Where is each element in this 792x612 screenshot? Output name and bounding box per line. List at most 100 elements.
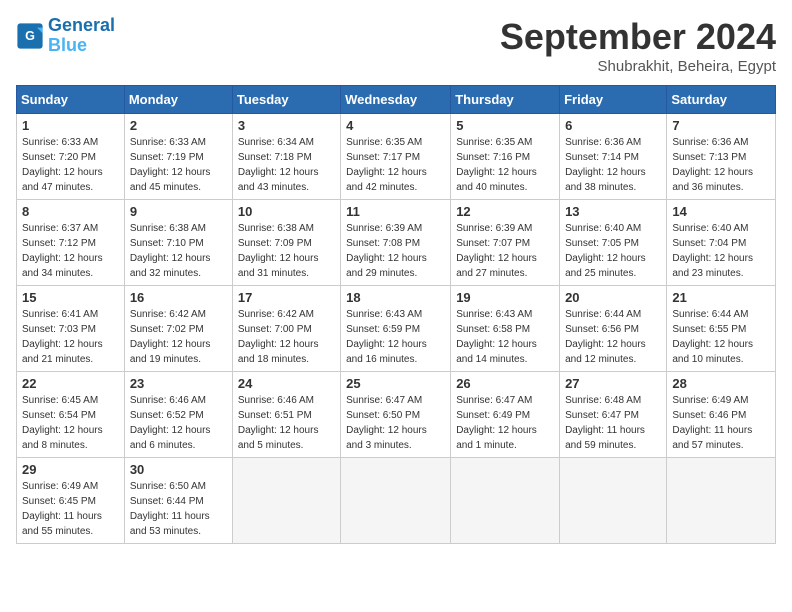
day-info: Sunrise: 6:49 AMSunset: 6:45 PMDaylight:… xyxy=(22,479,119,539)
day-number: 6 xyxy=(565,118,661,133)
calendar-cell: 9 Sunrise: 6:38 AMSunset: 7:10 PMDaylight… xyxy=(124,200,232,286)
day-info: Sunrise: 6:46 AMSunset: 6:51 PMDaylight:… xyxy=(238,393,335,453)
calendar-cell: 17Sunrise: 6:42 AMSunset: 7:00 PMDayligh… xyxy=(232,286,340,372)
calendar-cell: 19 Sunrise: 6:43 AMSunset: 6:58 PMDayligh… xyxy=(451,286,560,372)
day-number: 10 xyxy=(238,204,335,219)
day-number: 22 xyxy=(22,376,119,391)
day-number: 13 xyxy=(565,204,661,219)
day-number: 14 xyxy=(672,204,770,219)
day-info: Sunrise: 6:33 AMSunset: 7:19 PMDaylight:… xyxy=(130,135,227,195)
calendar-cell xyxy=(451,458,560,544)
calendar-cell: 7Sunrise: 6:36 AMSunset: 7:13 PMDaylight… xyxy=(667,114,776,200)
day-info: Sunrise: 6:40 AMSunset: 7:05 PMDaylight:… xyxy=(565,221,661,281)
day-number: 24 xyxy=(238,376,335,391)
weekday-header-row: Sunday Monday Tuesday Wednesday Thursday… xyxy=(17,86,776,114)
day-number: 4 xyxy=(346,118,445,133)
calendar-cell: 23 Sunrise: 6:46 AMSunset: 6:52 PMDayligh… xyxy=(124,372,232,458)
col-friday: Friday xyxy=(560,86,667,114)
day-number: 8 xyxy=(22,204,119,219)
day-number: 2 xyxy=(130,118,227,133)
day-info: Sunrise: 6:47 AMSunset: 6:49 PMDaylight:… xyxy=(456,393,554,453)
calendar-cell: 27 Sunrise: 6:48 AMSunset: 6:47 PMDayligh… xyxy=(560,372,667,458)
day-info: Sunrise: 6:49 AMSunset: 6:46 PMDaylight:… xyxy=(672,393,770,453)
calendar-cell: 4 Sunrise: 6:35 AMSunset: 7:17 PMDaylight… xyxy=(341,114,451,200)
calendar-cell: 30Sunrise: 6:50 AMSunset: 6:44 PMDayligh… xyxy=(124,458,232,544)
calendar-cell: 5 Sunrise: 6:35 AMSunset: 7:16 PMDaylight… xyxy=(451,114,560,200)
day-number: 26 xyxy=(456,376,554,391)
day-info: Sunrise: 6:38 AMSunset: 7:09 PMDaylight:… xyxy=(238,221,335,281)
col-saturday: Saturday xyxy=(667,86,776,114)
col-thursday: Thursday xyxy=(451,86,560,114)
calendar-cell: 16 Sunrise: 6:42 AMSunset: 7:02 PMDayligh… xyxy=(124,286,232,372)
day-number: 5 xyxy=(456,118,554,133)
calendar-cell: 18 Sunrise: 6:43 AMSunset: 6:59 PMDayligh… xyxy=(341,286,451,372)
day-info: Sunrise: 6:37 AMSunset: 7:12 PMDaylight:… xyxy=(22,221,119,281)
day-info: Sunrise: 6:38 AMSunset: 7:10 PMDaylight:… xyxy=(130,221,227,281)
day-number: 28 xyxy=(672,376,770,391)
calendar-cell xyxy=(667,458,776,544)
day-number: 17 xyxy=(238,290,335,305)
day-number: 23 xyxy=(130,376,227,391)
day-info: Sunrise: 6:35 AMSunset: 7:17 PMDaylight:… xyxy=(346,135,445,195)
logo-icon: G xyxy=(16,22,44,50)
day-info: Sunrise: 6:45 AMSunset: 6:54 PMDaylight:… xyxy=(22,393,119,453)
day-number: 29 xyxy=(22,462,119,477)
day-number: 30 xyxy=(130,462,227,477)
day-info: Sunrise: 6:42 AMSunset: 7:02 PMDaylight:… xyxy=(130,307,227,367)
calendar-cell xyxy=(341,458,451,544)
day-info: Sunrise: 6:48 AMSunset: 6:47 PMDaylight:… xyxy=(565,393,661,453)
day-number: 19 xyxy=(456,290,554,305)
day-info: Sunrise: 6:43 AMSunset: 6:58 PMDaylight:… xyxy=(456,307,554,367)
day-number: 25 xyxy=(346,376,445,391)
day-info: Sunrise: 6:40 AMSunset: 7:04 PMDaylight:… xyxy=(672,221,770,281)
week-row-5: 29 Sunrise: 6:49 AMSunset: 6:45 PMDayligh… xyxy=(17,458,776,544)
day-info: Sunrise: 6:36 AMSunset: 7:14 PMDaylight:… xyxy=(565,135,661,195)
day-info: Sunrise: 6:43 AMSunset: 6:59 PMDaylight:… xyxy=(346,307,445,367)
page-header: G GeneralBlue September 2024 Shubrakhit,… xyxy=(16,16,776,75)
col-wednesday: Wednesday xyxy=(341,86,451,114)
calendar-cell xyxy=(232,458,340,544)
calendar-cell: 25 Sunrise: 6:47 AMSunset: 6:50 PMDayligh… xyxy=(341,372,451,458)
day-number: 27 xyxy=(565,376,661,391)
day-info: Sunrise: 6:46 AMSunset: 6:52 PMDaylight:… xyxy=(130,393,227,453)
logo-text: GeneralBlue xyxy=(48,16,115,56)
logo: G GeneralBlue xyxy=(16,16,115,56)
day-info: Sunrise: 6:39 AMSunset: 7:07 PMDaylight:… xyxy=(456,221,554,281)
calendar-cell: 6 Sunrise: 6:36 AMSunset: 7:14 PMDaylight… xyxy=(560,114,667,200)
calendar-cell: 13 Sunrise: 6:40 AMSunset: 7:05 PMDayligh… xyxy=(560,200,667,286)
day-number: 15 xyxy=(22,290,119,305)
day-info: Sunrise: 6:41 AMSunset: 7:03 PMDaylight:… xyxy=(22,307,119,367)
day-number: 9 xyxy=(130,204,227,219)
day-info: Sunrise: 6:33 AMSunset: 7:20 PMDaylight:… xyxy=(22,135,119,195)
calendar-cell: 10 Sunrise: 6:38 AMSunset: 7:09 PMDayligh… xyxy=(232,200,340,286)
day-info: Sunrise: 6:44 AMSunset: 6:55 PMDaylight:… xyxy=(672,307,770,367)
calendar-cell: 3Sunrise: 6:34 AMSunset: 7:18 PMDaylight… xyxy=(232,114,340,200)
day-info: Sunrise: 6:34 AMSunset: 7:18 PMDaylight:… xyxy=(238,135,335,195)
day-number: 16 xyxy=(130,290,227,305)
day-number: 18 xyxy=(346,290,445,305)
week-row-3: 15 Sunrise: 6:41 AMSunset: 7:03 PMDayligh… xyxy=(17,286,776,372)
calendar-cell xyxy=(560,458,667,544)
day-info: Sunrise: 6:44 AMSunset: 6:56 PMDaylight:… xyxy=(565,307,661,367)
day-number: 12 xyxy=(456,204,554,219)
col-sunday: Sunday xyxy=(17,86,125,114)
location-subtitle: Shubrakhit, Beheira, Egypt xyxy=(500,58,776,75)
week-row-4: 22 Sunrise: 6:45 AMSunset: 6:54 PMDayligh… xyxy=(17,372,776,458)
calendar-cell: 20Sunrise: 6:44 AMSunset: 6:56 PMDayligh… xyxy=(560,286,667,372)
day-info: Sunrise: 6:36 AMSunset: 7:13 PMDaylight:… xyxy=(672,135,770,195)
calendar-cell: 29 Sunrise: 6:49 AMSunset: 6:45 PMDayligh… xyxy=(17,458,125,544)
day-number: 21 xyxy=(672,290,770,305)
day-number: 1 xyxy=(22,118,119,133)
calendar-cell: 21 Sunrise: 6:44 AMSunset: 6:55 PMDayligh… xyxy=(667,286,776,372)
col-monday: Monday xyxy=(124,86,232,114)
day-number: 11 xyxy=(346,204,445,219)
calendar-cell: 14 Sunrise: 6:40 AMSunset: 7:04 PMDayligh… xyxy=(667,200,776,286)
month-title: September 2024 xyxy=(500,16,776,58)
calendar-cell: 15 Sunrise: 6:41 AMSunset: 7:03 PMDayligh… xyxy=(17,286,125,372)
day-info: Sunrise: 6:47 AMSunset: 6:50 PMDaylight:… xyxy=(346,393,445,453)
calendar-cell: 12 Sunrise: 6:39 AMSunset: 7:07 PMDayligh… xyxy=(451,200,560,286)
day-info: Sunrise: 6:35 AMSunset: 7:16 PMDaylight:… xyxy=(456,135,554,195)
week-row-1: 1 Sunrise: 6:33 AMSunset: 7:20 PMDaylight… xyxy=(17,114,776,200)
col-tuesday: Tuesday xyxy=(232,86,340,114)
week-row-2: 8 Sunrise: 6:37 AMSunset: 7:12 PMDaylight… xyxy=(17,200,776,286)
